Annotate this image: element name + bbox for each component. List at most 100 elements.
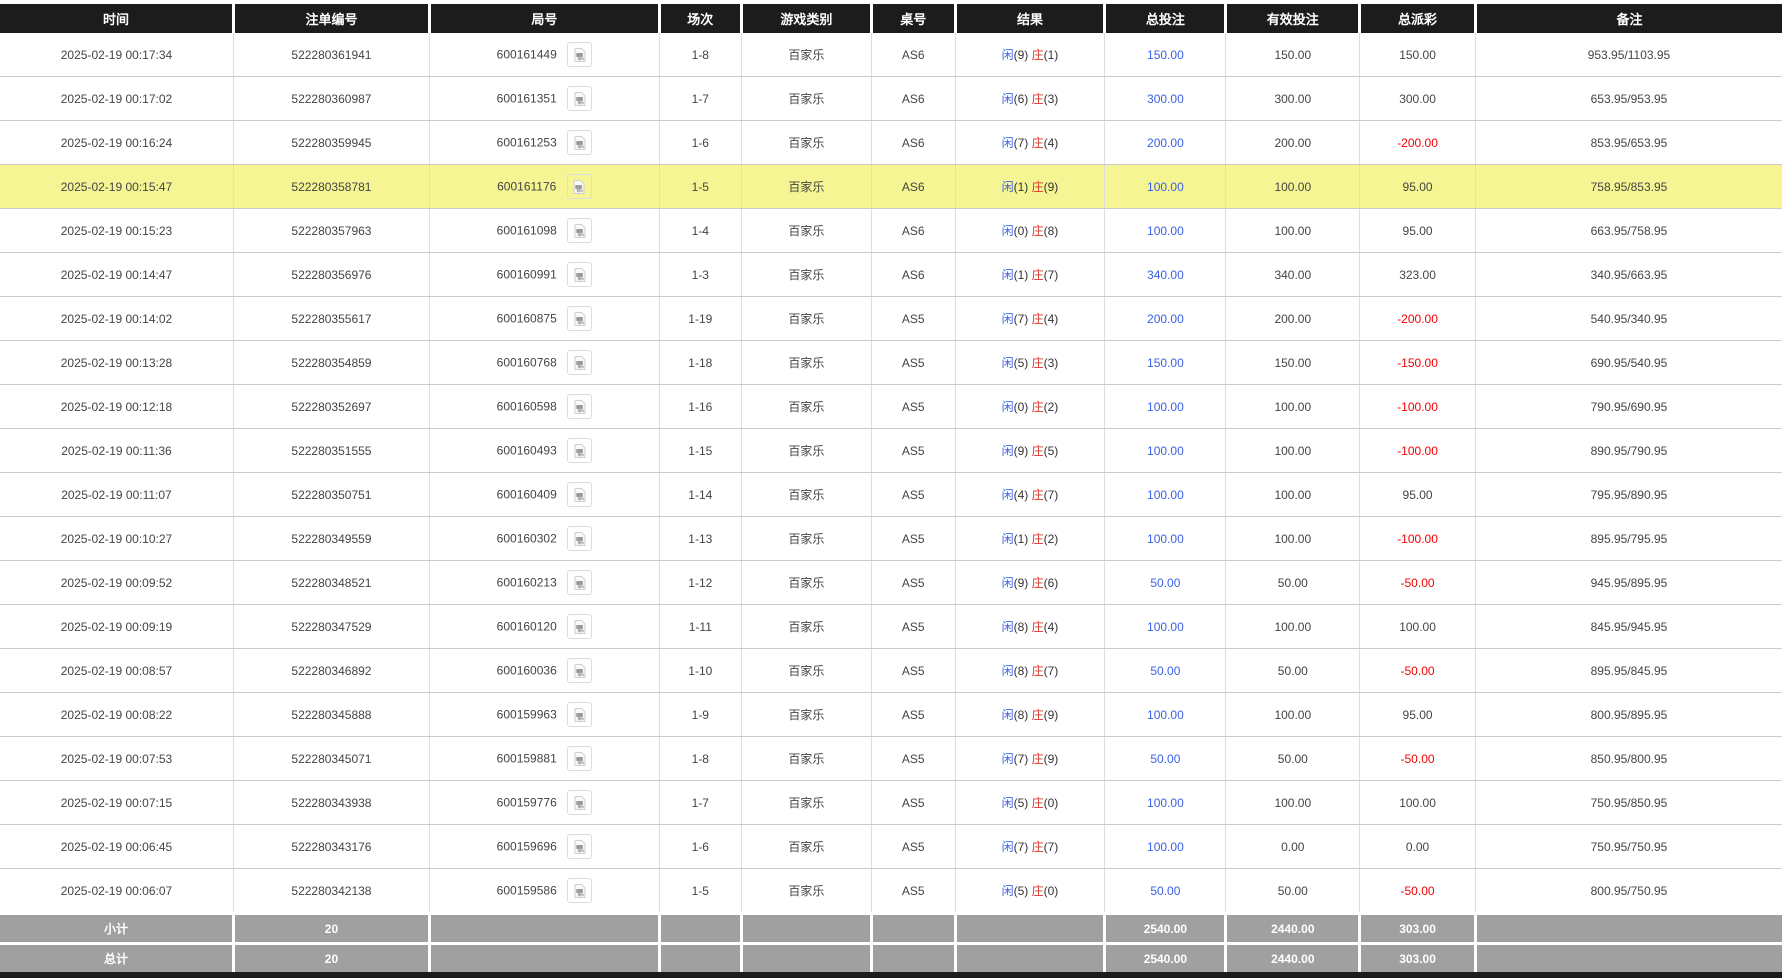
video-replay-icon[interactable] (567, 526, 593, 551)
table-row[interactable]: 2025-02-19 00:16:24 522280359945 600161253… (0, 120, 1782, 165)
column-header-time: 时间 (0, 4, 234, 33)
cell-valid_bet: 100.00 (1225, 472, 1360, 517)
table-row[interactable]: 2025-02-19 00:09:19 522280347529 600160120… (0, 604, 1782, 649)
table-row[interactable]: 2025-02-19 00:06:07 522280342138 600159586… (0, 868, 1782, 914)
result-banker-label: 庄 (1031, 708, 1044, 722)
cell-result: 闲(7) 庄(7) (954, 824, 1105, 869)
footer-cell-valid_bet: 2440.00 (1224, 942, 1360, 972)
table-row[interactable]: 2025-02-19 00:08:57 522280346892 600160036… (0, 648, 1782, 693)
cell-result: 闲(7) 庄(4) (954, 296, 1105, 341)
footer-cell-session (657, 942, 742, 972)
cell-total_bet: 100.00 (1104, 516, 1226, 561)
video-replay-icon[interactable] (567, 790, 593, 815)
table-row[interactable]: 2025-02-19 00:07:53 522280345071 600159881… (0, 736, 1782, 781)
video-replay-icon[interactable] (567, 262, 593, 287)
cell-round: 600160036 (428, 648, 660, 693)
video-replay-icon[interactable] (567, 570, 593, 595)
cell-bet_id: 522280361941 (232, 33, 430, 77)
cell-round: 600160493 (428, 428, 660, 473)
table-row[interactable]: 2025-02-19 00:15:23 522280357963 600161098… (0, 208, 1782, 253)
cell-game: 百家乐 (740, 692, 872, 737)
table-row[interactable]: 2025-02-19 00:06:45 522280343176 600159696… (0, 824, 1782, 869)
result-player-label: 闲 (1001, 488, 1014, 502)
result-banker-value: (4) (1043, 136, 1059, 150)
subtotal-row: 小计 20 2540.00 2440.00 303.00 (0, 912, 1782, 944)
cell-time: 2025-02-19 00:07:53 (0, 736, 234, 781)
table-row[interactable]: 2025-02-19 00:14:02 522280355617 600160875… (0, 296, 1782, 341)
cell-session: 1-7 (658, 76, 742, 121)
video-replay-icon[interactable] (567, 42, 593, 67)
round-number: 600159586 (496, 883, 557, 898)
cell-time: 2025-02-19 00:17:02 (0, 76, 234, 121)
cell-total_bet: 100.00 (1104, 692, 1226, 737)
video-replay-icon[interactable] (567, 878, 593, 903)
video-replay-icon[interactable] (567, 746, 593, 771)
cell-valid_bet: 100.00 (1225, 516, 1360, 561)
cell-table_no: AS5 (870, 648, 956, 693)
result-banker-label: 庄 (1031, 620, 1044, 634)
result-banker-label: 庄 (1031, 400, 1044, 414)
video-replay-icon[interactable] (567, 350, 593, 375)
round-number: 600160213 (496, 575, 557, 590)
table-row[interactable]: 2025-02-19 00:14:47 522280356976 600160991… (0, 252, 1782, 297)
footer-cell-game (739, 912, 872, 944)
video-replay-icon[interactable] (567, 834, 593, 859)
video-replay-icon[interactable] (567, 86, 593, 111)
table-row[interactable]: 2025-02-19 00:15:47 522280358781 600161176… (0, 164, 1782, 209)
cell-round: 600161098 (428, 208, 660, 253)
video-replay-icon[interactable] (567, 658, 593, 683)
table-row[interactable]: 2025-02-19 00:11:36 522280351555 600160493… (0, 428, 1782, 473)
round-number: 600159881 (496, 751, 557, 766)
footer-cell-remark (1473, 942, 1782, 972)
table-row[interactable]: 2025-02-19 00:17:02 522280360987 600161351… (0, 76, 1782, 121)
cell-game: 百家乐 (740, 208, 872, 253)
cell-total_bet: 100.00 (1104, 780, 1226, 825)
table-row[interactable]: 2025-02-19 00:07:15 522280343938 600159776… (0, 780, 1782, 825)
cell-total_bet: 100.00 (1104, 472, 1226, 517)
total-bet-value: 100.00 (1147, 487, 1184, 502)
cell-payout: -100.00 (1359, 516, 1476, 561)
total-bet-value: 100.00 (1147, 443, 1184, 458)
total-bet-value: 100.00 (1147, 619, 1184, 634)
cell-payout: -100.00 (1359, 384, 1476, 429)
table-row[interactable]: 2025-02-19 00:09:52 522280348521 600160213… (0, 560, 1782, 605)
total-bet-value: 100.00 (1147, 795, 1184, 810)
table-row[interactable]: 2025-02-19 00:08:22 522280345888 600159963… (0, 692, 1782, 737)
video-replay-icon[interactable] (567, 130, 593, 155)
cell-valid_bet: 100.00 (1225, 208, 1360, 253)
footer-cell-remark (1473, 912, 1782, 944)
table-row[interactable]: 2025-02-19 00:11:07 522280350751 600160409… (0, 472, 1782, 517)
video-replay-icon[interactable] (567, 614, 593, 639)
cell-table_no: AS5 (870, 560, 956, 605)
result-player-label: 闲 (1001, 444, 1014, 458)
video-replay-icon[interactable] (567, 482, 593, 507)
cell-time: 2025-02-19 00:12:18 (0, 384, 234, 429)
result-player-label: 闲 (1001, 664, 1014, 678)
table-row[interactable]: 2025-02-19 00:17:34 522280361941 600161449… (0, 33, 1782, 77)
table-row[interactable]: 2025-02-19 00:13:28 522280354859 600160768… (0, 340, 1782, 385)
total-bet-value: 150.00 (1147, 355, 1184, 370)
video-replay-icon[interactable] (567, 218, 593, 243)
column-header-payout: 总派彩 (1358, 4, 1476, 33)
cell-remark: 895.95/795.95 (1474, 516, 1782, 561)
total-bet-value: 200.00 (1147, 311, 1184, 326)
column-header-game: 游戏类别 (739, 4, 872, 33)
result-player-value: (1) (1013, 180, 1032, 194)
video-replay-icon[interactable] (567, 702, 593, 727)
table-row[interactable]: 2025-02-19 00:12:18 522280352697 600160598… (0, 384, 1782, 429)
table-footer: 小计 20 2540.00 2440.00 303.00 总计 20 2540.00 2440.… (0, 912, 1782, 972)
table-row[interactable]: 2025-02-19 00:10:27 522280349559 600160302… (0, 516, 1782, 561)
video-replay-icon[interactable] (567, 306, 593, 331)
total-bet-value: 100.00 (1147, 839, 1184, 854)
video-replay-icon[interactable] (566, 174, 592, 199)
cell-game: 百家乐 (740, 736, 872, 781)
result-player-label: 闲 (1001, 224, 1014, 238)
video-replay-icon[interactable] (567, 394, 593, 419)
video-replay-icon[interactable] (567, 438, 593, 463)
column-header-remark: 备注 (1473, 4, 1782, 33)
result-player-label: 闲 (1001, 48, 1014, 62)
cell-time: 2025-02-19 00:09:19 (0, 604, 234, 649)
cell-result: 闲(5) 庄(3) (954, 340, 1105, 385)
cell-game: 百家乐 (740, 604, 872, 649)
cell-game: 百家乐 (740, 648, 872, 693)
